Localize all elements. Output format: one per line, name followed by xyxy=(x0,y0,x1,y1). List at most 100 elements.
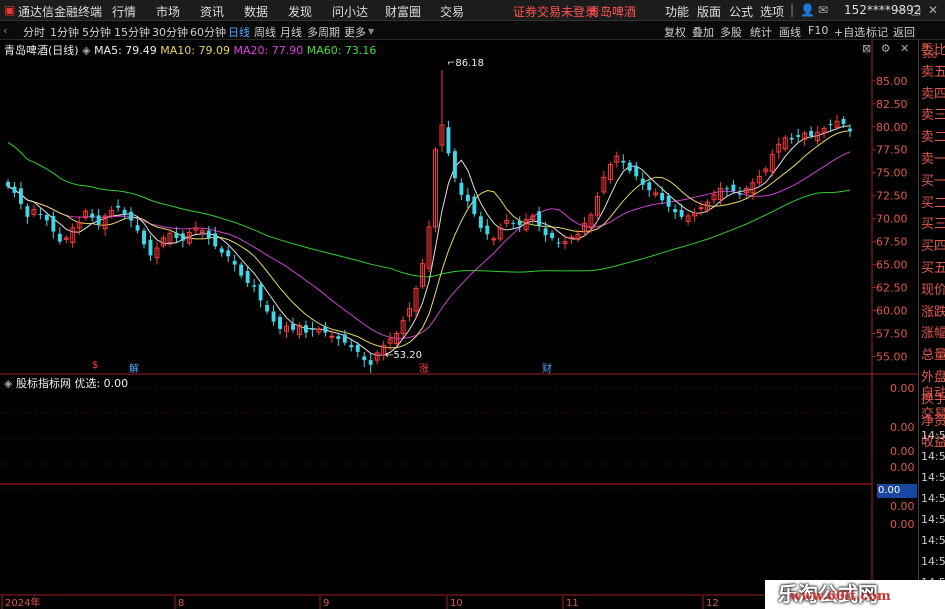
tool-stats[interactable]: 统计 xyxy=(750,24,772,40)
xtick-label: 9 xyxy=(323,598,329,609)
side-auto-trade-label: 交易 xyxy=(921,407,945,422)
event-marker-dividend[interactable]: $ xyxy=(92,360,98,371)
candle-body xyxy=(44,214,49,221)
broker-status[interactable]: 证券交易未登录 xyxy=(513,3,597,20)
side-row-label: 卖三 xyxy=(921,108,945,124)
menu-function[interactable]: 功能 xyxy=(665,3,689,20)
period-1min[interactable]: 1分钟 xyxy=(50,24,79,40)
tool-overlay[interactable]: 叠加 xyxy=(692,24,714,40)
mail-icon[interactable]: ✉ xyxy=(818,3,828,17)
left-arrow-icon[interactable]: ‹ xyxy=(3,24,7,37)
period-multi[interactable]: 多周期 xyxy=(307,24,340,40)
candle-body xyxy=(627,162,632,171)
close-icon[interactable]: ✕ xyxy=(928,3,938,17)
indicator-title[interactable]: 股标指标网 xyxy=(16,377,71,390)
period-more[interactable]: 更多 xyxy=(344,24,366,40)
event-marker-report[interactable]: 财 xyxy=(542,360,552,375)
candle-body xyxy=(543,228,548,236)
maximize-icon[interactable]: ▢ xyxy=(910,3,921,17)
candle-body xyxy=(129,211,134,221)
event-marker-limit-up[interactable]: 涨 xyxy=(419,360,429,375)
candle-body xyxy=(278,316,282,329)
settings-icon[interactable]: ⚙ xyxy=(881,42,891,55)
tool-add-watch[interactable]: +自选 xyxy=(834,24,865,40)
candle-body xyxy=(537,211,542,227)
ytick-label: 80.00 xyxy=(876,121,908,134)
chart-area[interactable]: 85.0082.5080.0077.5075.0072.5070.0067.50… xyxy=(0,40,918,609)
side-row-label: 委比 xyxy=(921,43,945,58)
menu-trade[interactable]: 交易 xyxy=(440,3,464,20)
menu-options[interactable]: 选项 xyxy=(760,3,784,20)
period-daily[interactable]: 日线 xyxy=(228,24,250,40)
tool-multi-stock[interactable]: 多股 xyxy=(720,24,742,40)
candle-body xyxy=(323,326,328,333)
period-weekly[interactable]: 周线 xyxy=(254,24,276,40)
ytick-label: 85.00 xyxy=(876,75,908,88)
menu-layout[interactable]: 版面 xyxy=(697,3,721,20)
chart-close-icon[interactable]: ✕ xyxy=(900,42,909,55)
side-time-entry: 14:56 xyxy=(921,492,945,505)
period-30min[interactable]: 30分钟 xyxy=(152,24,188,40)
ma5-label: MA5: 79.49 xyxy=(94,44,157,57)
candle-body xyxy=(640,178,645,185)
candle-body xyxy=(660,192,665,201)
tool-mark[interactable]: 标记 xyxy=(866,24,888,40)
side-row-label: 买五 xyxy=(921,261,945,276)
menu-news[interactable]: 资讯 xyxy=(200,3,224,20)
ytick-label: 82.50 xyxy=(876,98,908,111)
sub-ytick-label: 0.00 xyxy=(890,445,915,458)
sub-ytick-label: 0.00 xyxy=(890,382,915,395)
ma-dropdown-icon[interactable]: ◈ xyxy=(82,44,94,57)
tool-back[interactable]: 返回 xyxy=(893,24,915,40)
period-60min[interactable]: 60分钟 xyxy=(190,24,226,40)
candle-body xyxy=(809,130,814,136)
chart-title[interactable]: 青岛啤酒(日线) xyxy=(4,44,79,57)
indicator-dropdown-icon[interactable]: ◈ xyxy=(4,377,16,390)
candle-body xyxy=(265,305,270,312)
event-marker-unlock[interactable]: 解 xyxy=(129,360,139,375)
side-time-entry: 14:56 xyxy=(921,534,945,547)
period-5min[interactable]: 5分钟 xyxy=(82,24,111,40)
xtick-label: 11 xyxy=(566,598,579,609)
candle-body xyxy=(213,233,218,247)
menu-quotes[interactable]: 行情 xyxy=(112,3,136,20)
candle-body xyxy=(90,213,95,218)
low-price-label: ←53.20 xyxy=(385,350,423,361)
menu-ask[interactable]: 问小达 xyxy=(332,3,368,20)
ma60-label: MA60: 73.16 xyxy=(306,44,377,57)
menu-discover[interactable]: 发现 xyxy=(288,3,312,20)
tool-draw[interactable]: 画线 xyxy=(779,24,801,40)
candle-body xyxy=(647,182,652,191)
candle-body xyxy=(271,311,276,322)
candle-body xyxy=(226,250,231,257)
candle-body xyxy=(724,188,729,190)
quote-side-panel: R 300 委比 卖五 卖四 卖三 卖二 卖一 买一 买二 买三 买四 买五 现价 涨跌 涨幅 总量 外盘 换手净… xyxy=(918,40,945,609)
menu-market[interactable]: 市场 xyxy=(156,3,180,20)
tool-adjust[interactable]: 复权 xyxy=(664,24,686,40)
sub-ytick-label: 0.00 xyxy=(890,518,915,531)
candle-body xyxy=(569,236,574,239)
xtick-label: 2024年 xyxy=(5,596,40,609)
indicator-value: 优选: 0.00 xyxy=(74,377,129,390)
zoom-icon[interactable]: ⊠ xyxy=(862,42,871,55)
candle-body xyxy=(180,233,185,241)
menu-formula[interactable]: 公式 xyxy=(729,3,753,20)
candle-body xyxy=(18,188,23,204)
ytick-label: 60.00 xyxy=(876,305,908,318)
more-dropdown-icon[interactable]: ▼ xyxy=(368,27,374,36)
menu-wealth[interactable]: 财富圈 xyxy=(385,3,421,20)
menu-data[interactable]: 数据 xyxy=(244,3,268,20)
tool-f10[interactable]: F10 xyxy=(808,24,828,37)
candle-body xyxy=(148,239,153,256)
candle-body xyxy=(511,222,516,224)
period-timeshare[interactable]: 分时 xyxy=(23,24,45,40)
period-15min[interactable]: 15分钟 xyxy=(114,24,150,40)
candle-body xyxy=(219,248,224,253)
candle-body xyxy=(336,336,341,340)
side-row-label: 卖一 xyxy=(921,152,945,167)
ytick-label: 70.00 xyxy=(876,213,908,226)
minimize-icon[interactable]: — xyxy=(895,3,907,17)
period-monthly[interactable]: 月线 xyxy=(280,24,302,40)
side-row-label: 卖二 xyxy=(921,130,945,146)
candle-body xyxy=(206,230,211,238)
